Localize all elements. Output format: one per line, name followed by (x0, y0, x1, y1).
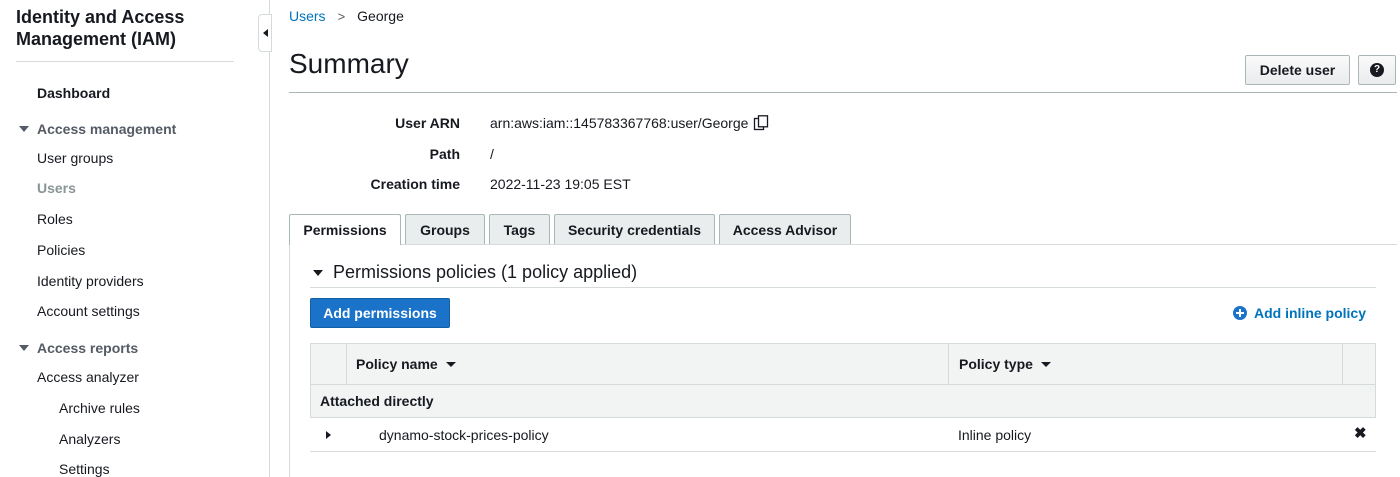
sidebar-item-settings[interactable]: Settings (59, 461, 110, 477)
creation-time-label: Creation time (370, 176, 460, 192)
sidebar-item-dashboard[interactable]: Dashboard (37, 85, 110, 101)
breadcrumb: Users > George (289, 8, 404, 24)
sidebar-divider (16, 61, 234, 62)
collapse-left-icon (262, 29, 268, 37)
column-header-policy-type[interactable]: Policy type (949, 344, 1343, 384)
plus-circle-icon (1233, 306, 1247, 320)
path-label: Path (429, 146, 460, 162)
tab-groups[interactable]: Groups (405, 214, 485, 244)
column-header-policy-name[interactable]: Policy name (347, 344, 949, 384)
permissions-policies-title: Permissions policies (1 policy applied) (333, 262, 638, 282)
column-label: Policy name (356, 356, 438, 372)
actions-column-header (1343, 344, 1375, 384)
remove-policy-icon[interactable]: ✖ (1354, 426, 1367, 441)
caret-down-icon (19, 345, 29, 351)
page-title: Summary (289, 48, 409, 79)
caret-down-icon (19, 126, 29, 132)
add-inline-policy-link[interactable]: Add inline policy (1233, 305, 1366, 321)
policy-name-link[interactable]: dynamo-stock-prices-policy (379, 427, 549, 443)
breadcrumb-current: George (357, 8, 404, 24)
sidebar-item-policies[interactable]: Policies (37, 242, 85, 258)
policy-type-cell: Inline policy (958, 426, 1032, 443)
table-row: dynamo-stock-prices-policy Inline policy… (310, 418, 1376, 452)
sidebar-item-archive-rules[interactable]: Archive rules (59, 400, 140, 416)
sidebar: Identity and Access Management (IAM) Das… (0, 0, 270, 477)
sidebar-item-user-groups[interactable]: User groups (37, 150, 113, 166)
breadcrumb-users-link[interactable]: Users (289, 8, 326, 24)
sidebar-item-access-analyzer[interactable]: Access analyzer (37, 369, 139, 385)
tab-bar: Permissions Groups Tags Security credent… (289, 214, 855, 245)
permissions-policies-header[interactable]: Permissions policies (1 policy applied) (313, 262, 637, 283)
help-button[interactable]: ? (1358, 55, 1396, 85)
tab-access-advisor[interactable]: Access Advisor (719, 214, 851, 244)
column-label: Policy type (959, 356, 1033, 372)
creation-time-value: 2022-11-23 19:05 EST (490, 176, 631, 192)
table-header: Policy name Policy type (310, 343, 1376, 385)
help-icon: ? (1370, 63, 1384, 77)
chevron-right-icon: > (337, 8, 346, 24)
title-divider (289, 92, 1397, 93)
sidebar-item-identity-providers[interactable]: Identity providers (37, 273, 144, 289)
service-title[interactable]: Identity and Access Management (IAM) (16, 6, 236, 50)
sidebar-item-account-settings[interactable]: Account settings (37, 303, 140, 319)
tab-tags[interactable]: Tags (489, 214, 550, 244)
path-value: / (490, 146, 494, 162)
sidebar-item-users[interactable]: Users (37, 180, 76, 196)
add-inline-policy-label: Add inline policy (1254, 305, 1367, 321)
sidebar-section-access-management[interactable]: Access management (19, 121, 176, 137)
user-arn-value: arn:aws:iam::145783367768:user/George (490, 115, 749, 131)
expand-column-header (311, 344, 347, 384)
expand-row-icon[interactable] (326, 431, 331, 439)
policies-table: Policy name Policy type Attached directl… (310, 343, 1376, 452)
delete-user-button[interactable]: Delete user (1245, 55, 1350, 85)
user-arn-label: User ARN (395, 115, 460, 131)
sidebar-section-access-reports[interactable]: Access reports (19, 340, 138, 356)
tab-permissions[interactable]: Permissions (289, 214, 401, 245)
sidebar-section-label: Access management (37, 121, 177, 137)
tab-security-credentials[interactable]: Security credentials (554, 214, 715, 244)
collapse-sidebar-button[interactable] (258, 14, 272, 52)
add-permissions-button[interactable]: Add permissions (310, 298, 450, 328)
sort-down-icon (1040, 361, 1051, 367)
sidebar-item-roles[interactable]: Roles (37, 211, 73, 227)
sidebar-section-label: Access reports (37, 340, 139, 356)
caret-down-icon (313, 269, 323, 276)
group-row-attached-directly: Attached directly (310, 385, 1376, 418)
sort-down-icon (445, 361, 456, 367)
sidebar-item-analyzers[interactable]: Analyzers (59, 431, 120, 447)
copy-icon[interactable] (753, 115, 769, 132)
section-divider (310, 287, 1376, 288)
